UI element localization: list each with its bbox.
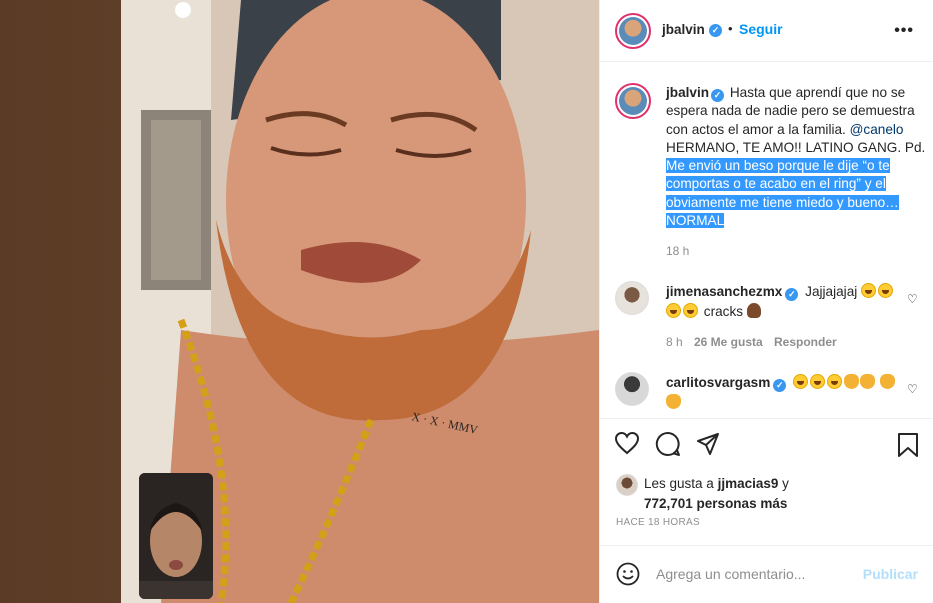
post-timestamp: HACE 18 HORAS xyxy=(616,517,700,528)
first-liker-link[interactable]: jjmacias9 xyxy=(718,476,779,491)
caption-author-avatar[interactable] xyxy=(615,83,651,119)
likes-connector: y xyxy=(782,476,789,491)
verified-badge-icon: ✓ xyxy=(709,24,722,37)
laughing-emoji-icon xyxy=(666,303,681,318)
separator-dot: • xyxy=(728,21,733,36)
pip-video-thumbnail[interactable] xyxy=(139,473,213,599)
share-icon[interactable] xyxy=(696,432,720,456)
heart-icon[interactable] xyxy=(614,431,640,455)
likes-prefix: Les gusta a xyxy=(644,476,714,491)
verified-badge-icon: ✓ xyxy=(773,379,787,392)
post-sidebar: jbalvin ✓ • Seguir ••• jbalvin ✓ Hasta qu… xyxy=(599,0,933,603)
laughing-emoji-icon xyxy=(861,283,877,298)
comment-text: Jajjajajaj xyxy=(805,284,858,299)
praying-hands-emoji-icon xyxy=(746,303,761,318)
comment-item: carlitosvargasm ✓ xyxy=(666,373,906,413)
comment-input[interactable]: Agrega un comentario... xyxy=(656,566,805,582)
comment-bar: Agrega un comentario... Publicar xyxy=(600,545,933,603)
caption-selected-text: Me envió un beso porque le dije “o te co… xyxy=(666,158,899,229)
clapping-emoji-icon xyxy=(860,374,876,389)
post-caption: jbalvin ✓ Hasta que aprendí que no se esp… xyxy=(666,84,926,230)
post-header: jbalvin ✓ • Seguir ••• xyxy=(600,0,933,62)
comment-text-continued: cracks xyxy=(703,304,744,319)
actions-divider xyxy=(600,418,933,419)
laughing-emoji-icon xyxy=(827,374,843,389)
comment-time: 8 h xyxy=(666,335,683,349)
more-icon[interactable]: ••• xyxy=(894,22,914,40)
verified-badge-icon: ✓ xyxy=(785,288,799,301)
caption-time: 18 h xyxy=(666,244,690,258)
comment-author[interactable]: carlitosvargasm xyxy=(666,375,770,390)
like-comment-heart-icon[interactable]: ♡ xyxy=(907,382,919,396)
clapping-emoji-icon xyxy=(666,394,681,409)
pip-face-image xyxy=(139,473,213,599)
likes-count-link[interactable]: 772,701 personas más xyxy=(644,496,787,511)
laughing-emoji-icon xyxy=(810,374,826,389)
commenter-avatar[interactable] xyxy=(615,372,649,406)
publish-button[interactable]: Publicar xyxy=(863,566,918,582)
laughing-emoji-icon xyxy=(793,374,809,389)
likes-summary: Les gusta a jjmacias9 y 772,701 personas… xyxy=(644,474,789,514)
emoji-icon[interactable] xyxy=(616,562,640,586)
caption-author[interactable]: jbalvin xyxy=(666,85,709,100)
laughing-emoji-icon xyxy=(683,303,698,318)
clapping-emoji-icon xyxy=(879,374,895,389)
bookmark-icon[interactable] xyxy=(897,432,919,458)
comment-icon[interactable] xyxy=(655,431,681,457)
reply-button[interactable]: Responder xyxy=(774,335,837,349)
author-username[interactable]: jbalvin xyxy=(662,22,705,37)
liker-avatar[interactable] xyxy=(616,474,638,496)
like-comment-heart-icon[interactable]: ♡ xyxy=(907,292,919,306)
author-avatar[interactable] xyxy=(615,13,651,49)
caption-text-continued: HERMANO, TE AMO!! LATINO GANG. Pd. xyxy=(666,139,926,155)
comment-author[interactable]: jimenasanchezmx xyxy=(666,284,782,299)
follow-button[interactable]: Seguir xyxy=(739,21,783,37)
comment-likes[interactable]: 26 Me gusta xyxy=(694,335,763,349)
commenter-avatar[interactable] xyxy=(615,281,649,315)
laughing-emoji-icon xyxy=(878,283,894,298)
verified-badge-icon: ✓ xyxy=(711,89,725,102)
caption-mention-link[interactable]: @canelo xyxy=(850,122,904,137)
clapping-emoji-icon xyxy=(844,374,860,389)
comment-item: jimenasanchezmx ✓ Jajjajajaj cracks xyxy=(666,282,906,322)
